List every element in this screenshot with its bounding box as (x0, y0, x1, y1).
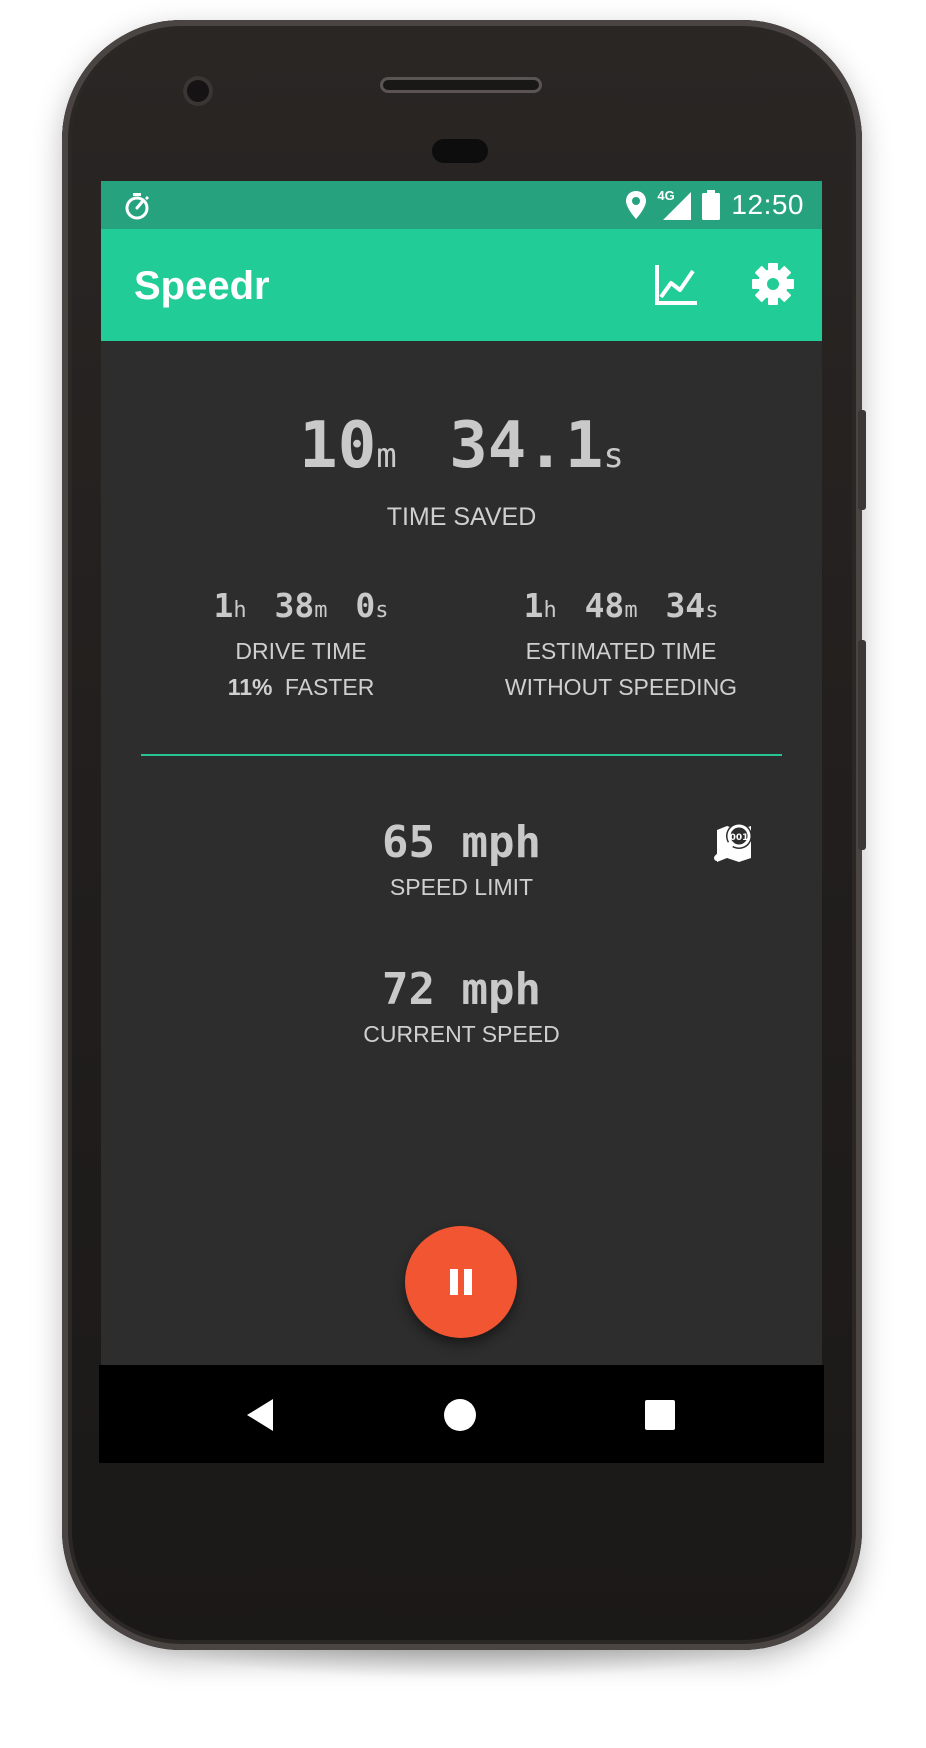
time-saved-minutes-unit: m (376, 436, 397, 476)
current-speed-label: CURRENT SPEED (363, 1021, 560, 1047)
time-saved-value: 10m 34.1s (101, 411, 822, 491)
settings-gear-icon[interactable] (748, 259, 798, 309)
back-icon[interactable] (235, 1390, 285, 1440)
drive-time-hours: 1 (213, 586, 234, 625)
proximity-sensor (432, 139, 488, 163)
estimated-time-stat: 1h 48m 34s ESTIMATED TIME WITHOUT SPEEDI… (471, 586, 771, 703)
estimated-time-hours-unit: h (543, 598, 557, 623)
screen: 4G 12:50 Speedr 10m 34.1s TIME SAVED 1h … (101, 181, 822, 1365)
drive-time-minutes-unit: m (314, 598, 328, 623)
svg-text:001: 001 (730, 833, 749, 843)
drive-time-minutes: 38 (274, 586, 315, 625)
drive-time-seconds: 0 (355, 586, 376, 625)
recents-icon[interactable] (635, 1390, 685, 1440)
faster-line: 11% FASTER (151, 671, 451, 703)
speed-limit-label: SPEED LIMIT (389, 874, 534, 900)
earpiece-speaker (380, 77, 542, 93)
power-button (858, 410, 866, 510)
estimated-time-seconds-unit: s (705, 598, 719, 623)
drive-time-hours-unit: h (233, 598, 247, 623)
time-saved-label: TIME SAVED (386, 503, 537, 531)
signal-icon (663, 192, 692, 220)
drive-time-label: DRIVE TIME (235, 638, 367, 664)
battery-icon (702, 190, 721, 220)
faster-percent: 11% (227, 674, 273, 700)
drive-time-seconds-unit: s (375, 598, 389, 623)
navigation-bar (99, 1365, 824, 1463)
drive-time-value: 1h 38m 0s (151, 586, 451, 631)
chart-icon[interactable] (651, 259, 701, 309)
time-saved-seconds: 34.1 (449, 409, 604, 483)
time-saved: 10m 34.1s TIME SAVED (101, 411, 822, 532)
estimated-time-label-2: WITHOUT SPEEDING (504, 674, 738, 700)
section-divider (141, 754, 782, 756)
time-saved-minutes: 10 (299, 409, 377, 483)
estimated-time-hours: 1 (523, 586, 544, 625)
status-right-group: 4G 12:50 (625, 188, 804, 221)
app-bar: Speedr (101, 229, 822, 341)
estimated-time-seconds: 34 (665, 586, 706, 625)
estimated-time-minutes: 48 (584, 586, 625, 625)
front-camera (183, 76, 213, 106)
location-icon (626, 191, 647, 219)
volume-button (858, 640, 866, 850)
home-icon[interactable] (435, 1390, 485, 1440)
map-search-icon[interactable]: 001 (709, 816, 759, 866)
drive-time-stat: 1h 38m 0s DRIVE TIME 11% FASTER (151, 586, 451, 703)
status-time: 12:50 (731, 189, 804, 220)
pause-icon (450, 1269, 472, 1295)
estimated-time-value: 1h 48m 34s (471, 586, 771, 631)
app-title: Speedr (134, 264, 270, 308)
pause-button[interactable] (405, 1226, 517, 1338)
status-bar: 4G 12:50 (101, 181, 822, 229)
estimated-time-label-1: ESTIMATED TIME (525, 638, 717, 664)
signal-group: 4G (657, 188, 692, 220)
time-saved-seconds-unit: s (603, 436, 624, 476)
current-speed-value: 72 mph (382, 964, 541, 1015)
faster-label: FASTER (284, 674, 375, 700)
estimated-time-minutes-unit: m (624, 598, 638, 623)
stopwatch-icon (125, 193, 150, 220)
current-speed: 72 mph CURRENT SPEED (101, 965, 822, 1048)
